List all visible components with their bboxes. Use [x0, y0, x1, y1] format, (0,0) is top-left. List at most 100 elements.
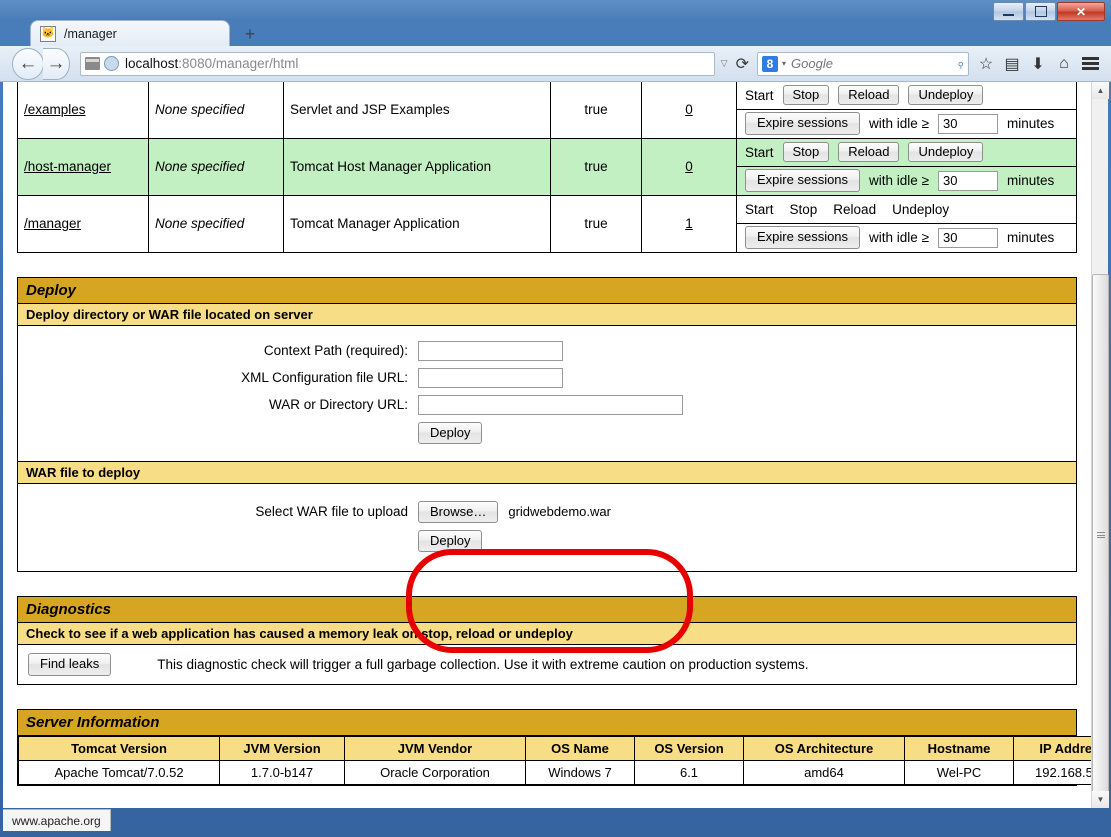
command-stop-button[interactable]: Stop [782, 141, 830, 163]
app-path-link[interactable]: /examples [24, 102, 86, 117]
idle-suffix-label: minutes [1006, 116, 1055, 131]
command-reload-disabled: Reload [833, 201, 877, 217]
app-commands-cell: Start Stop Reload Undeploy Expire sessions wi… [736, 194, 1077, 253]
chevron-down-icon[interactable]: ▾ [782, 59, 786, 68]
reload-icon[interactable]: ⟳ [736, 54, 749, 74]
server-info-column-header: OS Architecture [743, 735, 905, 761]
deploy-submit-row: Deploy [18, 421, 1076, 444]
sessions-link[interactable]: 0 [685, 159, 693, 174]
command-reload-button[interactable]: Reload [838, 141, 900, 163]
expire-sessions-row: Expire sessions with idle ≥ minutes [737, 110, 1076, 138]
browse-button[interactable]: Browse… [418, 500, 499, 523]
server-information-panel: Server Information Tomcat Version JVM Ver… [17, 708, 1108, 786]
app-command-row: Start Stop Reload Undeploy [737, 139, 1076, 167]
command-undeploy-button[interactable]: Undeploy [908, 84, 984, 106]
diagnostics-panel: Diagnostics Check to see if a web applic… [17, 596, 1077, 685]
app-path-link[interactable]: /manager [24, 216, 81, 231]
server-info-column-header: JVM Vendor [344, 735, 526, 761]
sessions-link[interactable]: 0 [685, 102, 693, 117]
vertical-scrollbar[interactable]: ▲ ▼ [1091, 82, 1109, 808]
command-undeploy-disabled: Undeploy [892, 201, 950, 217]
expire-sessions-row: Expire sessions with idle ≥ minutes [737, 224, 1076, 252]
deploy-war-subtitle: WAR file to deploy [18, 460, 1076, 484]
sessions-link[interactable]: 1 [685, 216, 693, 231]
idle-minutes-input[interactable] [937, 170, 998, 191]
server-info-value: amd64 [743, 759, 905, 785]
app-commands-cell: Start Stop Reload Undeploy Expire sessions wi… [736, 137, 1077, 196]
table-row: Apache Tomcat/7.0.52 1.7.0-b147 Oracle Cor… [18, 759, 1108, 785]
url-path: :8080/manager/html [178, 56, 299, 71]
diagnostics-title: Diagnostics [18, 597, 1076, 624]
globe-icon [104, 56, 119, 71]
tab-manager[interactable]: 🐱 /manager [30, 20, 230, 46]
tab-strip: 🐱 /manager + [0, 18, 1111, 46]
command-stop-button[interactable]: Stop [782, 84, 830, 106]
search-bar[interactable]: 8 ▾ Google ⌕ [757, 51, 969, 76]
table-row: /host-manager None specified Tomcat Host M… [17, 137, 1077, 196]
app-path-cell: /host-manager [17, 137, 149, 196]
expire-sessions-button[interactable]: Expire sessions [745, 169, 861, 192]
xml-config-url-label: XML Configuration file URL: [241, 370, 408, 385]
app-display-name-cell: None specified [148, 194, 284, 253]
status-text: www.apache.org [12, 813, 101, 828]
command-undeploy-button[interactable]: Undeploy [908, 141, 984, 163]
war-directory-url-input[interactable] [418, 394, 683, 415]
app-command-row: Start Stop Reload Undeploy [737, 82, 1076, 110]
server-info-value: Oracle Corporation [344, 759, 526, 785]
back-button[interactable]: ← [12, 47, 44, 80]
scroll-up-button[interactable]: ▲ [1092, 82, 1109, 99]
xml-config-url-input[interactable] [418, 367, 563, 388]
diagnostics-description: This diagnostic check will trigger a ful… [157, 656, 809, 672]
idle-minutes-input[interactable] [937, 227, 998, 248]
bookmark-star-icon[interactable]: ☆ [973, 51, 999, 77]
server-info-column-header: JVM Version [219, 735, 345, 761]
app-sessions-cell: 0 [641, 137, 737, 196]
war-directory-url-label: WAR or Directory URL: [268, 397, 408, 412]
server-info-value: Windows 7 [525, 759, 635, 785]
app-path-link[interactable]: /host-manager [24, 159, 111, 174]
scroll-down-button[interactable]: ▼ [1092, 791, 1109, 808]
deploy-button[interactable]: Deploy [418, 421, 483, 444]
hamburger-menu-icon[interactable] [1077, 51, 1103, 77]
app-running-cell: true [550, 137, 642, 196]
server-info-value: Apache Tomcat/7.0.52 [18, 759, 220, 785]
app-command-row: Start Stop Reload Undeploy [737, 196, 1076, 224]
server-info-value: Wel-PC [904, 759, 1014, 785]
war-upload-row: Select WAR file to upload Browse… gridwe… [18, 500, 1076, 523]
home-icon[interactable]: ⌂ [1051, 51, 1077, 77]
command-start-disabled: Start [745, 144, 774, 160]
download-icon[interactable]: ⬇ [1025, 51, 1051, 77]
war-deploy-row: Deploy [18, 530, 1076, 553]
context-path-input[interactable] [418, 340, 563, 361]
select-war-label: Select WAR file to upload [255, 504, 408, 520]
server-info-column-header: Tomcat Version [18, 735, 220, 761]
search-input[interactable]: Google [791, 56, 957, 71]
forward-button[interactable]: → [43, 47, 70, 80]
app-sessions-cell: 1 [641, 194, 737, 253]
command-reload-button[interactable]: Reload [838, 84, 900, 106]
scrollbar-thumb[interactable] [1092, 274, 1109, 796]
idle-suffix-label: minutes [1006, 230, 1055, 245]
command-start-disabled: Start [745, 87, 774, 103]
deploy-field-row: XML Configuration file URL: [18, 367, 1076, 388]
server-info-value: 1.7.0-b147 [219, 759, 345, 785]
google-icon: 8 [762, 55, 778, 72]
app-path-cell: /manager [17, 194, 149, 253]
applications-table: /examples None specified Servlet and JSP E… [17, 82, 1077, 253]
address-bar[interactable]: localhost:8080/manager/html [80, 51, 715, 76]
upload-deploy-button[interactable]: Deploy [418, 530, 483, 553]
find-leaks-button[interactable]: Find leaks [28, 653, 112, 676]
tomcat-favicon-icon: 🐱 [40, 25, 56, 42]
reader-list-icon[interactable]: ▤ [999, 51, 1025, 77]
address-bar-text: localhost:8080/manager/html [125, 56, 298, 71]
chevron-down-icon[interactable]: ▽ [721, 58, 728, 69]
app-path-cell: /examples [17, 82, 149, 139]
idle-prefix-label: with idle ≥ [869, 116, 929, 131]
browser-status-bar: www.apache.org [3, 809, 111, 831]
expire-sessions-button[interactable]: Expire sessions [745, 226, 861, 249]
idle-minutes-input[interactable] [937, 113, 998, 134]
app-display-name-cell: None specified [148, 137, 284, 196]
table-row: /manager None specified Tomcat Manager App… [17, 194, 1077, 253]
new-tab-button[interactable]: + [238, 24, 262, 44]
expire-sessions-button[interactable]: Expire sessions [745, 112, 861, 135]
